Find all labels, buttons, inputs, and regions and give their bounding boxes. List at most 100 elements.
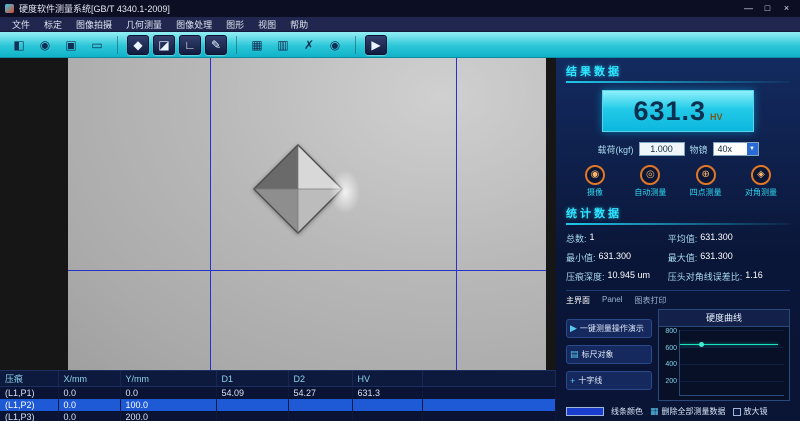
stat-min: 最小值:631.300 — [566, 251, 664, 264]
menu-item-image-processing[interactable]: 图像处理 — [170, 18, 218, 31]
delete-all-icon: ▦ — [650, 406, 659, 417]
monitor-button[interactable]: ▭ — [86, 35, 108, 55]
section-divider — [566, 223, 790, 225]
col-header-indent[interactable]: 压痕 — [0, 371, 58, 387]
cell-x: 0.0 — [58, 399, 120, 411]
cell-x: 0.0 — [58, 387, 120, 400]
chevron-down-icon: ▼ — [747, 143, 758, 155]
cell-y: 0.0 — [120, 387, 216, 400]
menu-item-file[interactable]: 文件 — [6, 18, 36, 31]
result-section-header: 结果数据 — [566, 63, 790, 79]
camera-ring-icon: ◉ — [585, 165, 605, 185]
ruler-object-button[interactable]: ▤ 标尺对象 — [566, 345, 652, 364]
export-button[interactable]: ◧ — [8, 35, 30, 55]
crosshair-toggle-button[interactable]: + 十字线 — [566, 371, 652, 390]
maximize-button[interactable]: □ — [759, 2, 776, 15]
camera-icon: ◉ — [40, 38, 50, 52]
tab-main[interactable]: 主界面 — [566, 295, 590, 306]
snapshot-button[interactable]: ◉ — [324, 35, 346, 55]
hardness-unit: HV — [710, 112, 723, 122]
ruler-icon: ∟ — [184, 38, 196, 52]
hardness-chart-plot: 800 600 400 200 — [679, 330, 784, 396]
lens-label: 物镜 — [690, 143, 708, 156]
stats-section-header: 统计数据 — [566, 205, 790, 221]
chart-icon: ◪ — [158, 38, 169, 52]
col-header-x[interactable]: X/mm — [58, 371, 120, 387]
video-capture-button[interactable]: ▣ — [60, 35, 82, 55]
monitor-icon: ▭ — [91, 38, 102, 52]
col-header-d2[interactable]: D2 — [288, 371, 352, 387]
menu-item-image-capture[interactable]: 图像拍摄 — [70, 18, 118, 31]
cell-y: 200.0 — [120, 411, 216, 421]
ruler-button[interactable]: ∟ — [179, 35, 201, 55]
stat-max: 最大值:631.300 — [668, 251, 790, 264]
pencil-icon: ✎ — [211, 38, 221, 52]
menu-item-geometry-measure[interactable]: 几何测量 — [120, 18, 168, 31]
cell-y: 100.0 — [120, 399, 216, 411]
lens-value: 40x — [718, 144, 733, 154]
stat-indent-depth: 压痕深度:10.945 um — [566, 270, 664, 283]
hardness-curve-chart: 硬度曲线 800 600 400 200 — [658, 309, 790, 401]
delete-all-data-button[interactable]: ▦ 删除全部测量数据 — [650, 406, 726, 417]
table-row-selected[interactable]: (L1,P2) 0.0 100.0 — [0, 399, 556, 411]
crosshair-vertical-left[interactable] — [210, 58, 211, 370]
diagonal-measure-button[interactable]: ◈ 对角测量 — [734, 165, 788, 198]
menu-item-graphics[interactable]: 图形 — [220, 18, 250, 31]
chart-button[interactable]: ◪ — [153, 35, 175, 55]
cell-x: 0.0 — [58, 411, 120, 421]
tools-section: 主界面 Panel 图表打印 ▶ 一键测量操作演示 ▤ 标尺对象 — [566, 290, 790, 417]
run-button[interactable]: ▶ — [365, 35, 387, 55]
toolbar-separator — [236, 36, 237, 54]
menu-item-help[interactable]: 帮助 — [284, 18, 314, 31]
load-input[interactable] — [639, 142, 685, 156]
hardness-value: 631.3 — [633, 96, 706, 127]
crosshair-vertical-right[interactable] — [456, 58, 457, 370]
line-color-swatch[interactable] — [566, 407, 604, 416]
camera-button[interactable]: ◉ — [34, 35, 56, 55]
menu-item-view[interactable]: 视图 — [252, 18, 282, 31]
col-header-hv[interactable]: HV — [352, 371, 422, 387]
one-key-demo-button[interactable]: ▶ 一键测量操作演示 — [566, 319, 652, 338]
diamond-icon: ◆ — [133, 38, 142, 52]
col-header-y[interactable]: Y/mm — [120, 371, 216, 387]
lens-select[interactable]: 40x ▼ — [713, 142, 759, 156]
diagonal-icon: ◈ — [751, 165, 771, 185]
cell-d1 — [216, 411, 288, 421]
magnifier-checkbox[interactable] — [733, 408, 741, 416]
col-header-d1[interactable]: D1 — [216, 371, 288, 387]
minimize-button[interactable]: — — [740, 2, 757, 15]
col-header-filler — [422, 371, 556, 387]
snapshot-icon: ◉ — [330, 38, 340, 52]
four-point-icon: ⊕ — [696, 165, 716, 185]
menu-item-calibration[interactable]: 标定 — [38, 18, 68, 31]
close-button[interactable]: × — [778, 2, 795, 15]
capture-image-button[interactable]: ◉ 摄像 — [568, 165, 622, 198]
delete-button[interactable]: ✗ — [298, 35, 320, 55]
app-window: 硬度软件测量系统[GB/T 4340.1-2009] — □ × 文件 标定 图… — [0, 0, 800, 421]
crosshair-horizontal[interactable] — [68, 270, 546, 271]
cell-indent: (L1,P3) — [0, 411, 58, 421]
stat-diagonal-error: 压头对角线误差比:1.16 — [668, 270, 790, 283]
grid-button[interactable]: ▦ — [246, 35, 268, 55]
image-gallery-button[interactable]: ▥ — [272, 35, 294, 55]
toolbar-separator — [117, 36, 118, 54]
magnifier-toggle[interactable]: 放大镜 — [733, 406, 768, 417]
cell-hv — [352, 411, 422, 421]
measurement-table: 压痕 X/mm Y/mm D1 D2 HV (L1,P1) 0.0 0.0 54… — [0, 371, 556, 421]
title-bar: 硬度软件测量系统[GB/T 4340.1-2009] — □ × — [0, 0, 800, 17]
tab-panel[interactable]: Panel — [602, 295, 622, 306]
cell-hv — [352, 399, 422, 411]
menu-bar: 文件 标定 图像拍摄 几何测量 图像处理 图形 视图 帮助 — [0, 17, 800, 32]
table-row[interactable]: (L1,P3) 0.0 200.0 — [0, 411, 556, 421]
auto-measure-button[interactable]: ◎ 自动测量 — [623, 165, 677, 198]
light-glint — [330, 170, 360, 214]
tab-chart-print[interactable]: 图表打印 — [634, 295, 666, 306]
table-row[interactable]: (L1,P1) 0.0 0.0 54.09 54.27 631.3 — [0, 387, 556, 400]
cell-d2 — [288, 411, 352, 421]
draw-measure-button[interactable]: ✎ — [205, 35, 227, 55]
toolbar: ◧ ◉ ▣ ▭ ◆ ◪ ∟ ✎ ▦ ▥ ✗ ◉ ▶ — [0, 32, 800, 58]
cell-d1 — [216, 399, 288, 411]
four-point-measure-button[interactable]: ⊕ 四点测量 — [679, 165, 733, 198]
measurement-table-area: 压痕 X/mm Y/mm D1 D2 HV (L1,P1) 0.0 0.0 54… — [0, 370, 556, 421]
indent-measure-button[interactable]: ◆ — [127, 35, 149, 55]
